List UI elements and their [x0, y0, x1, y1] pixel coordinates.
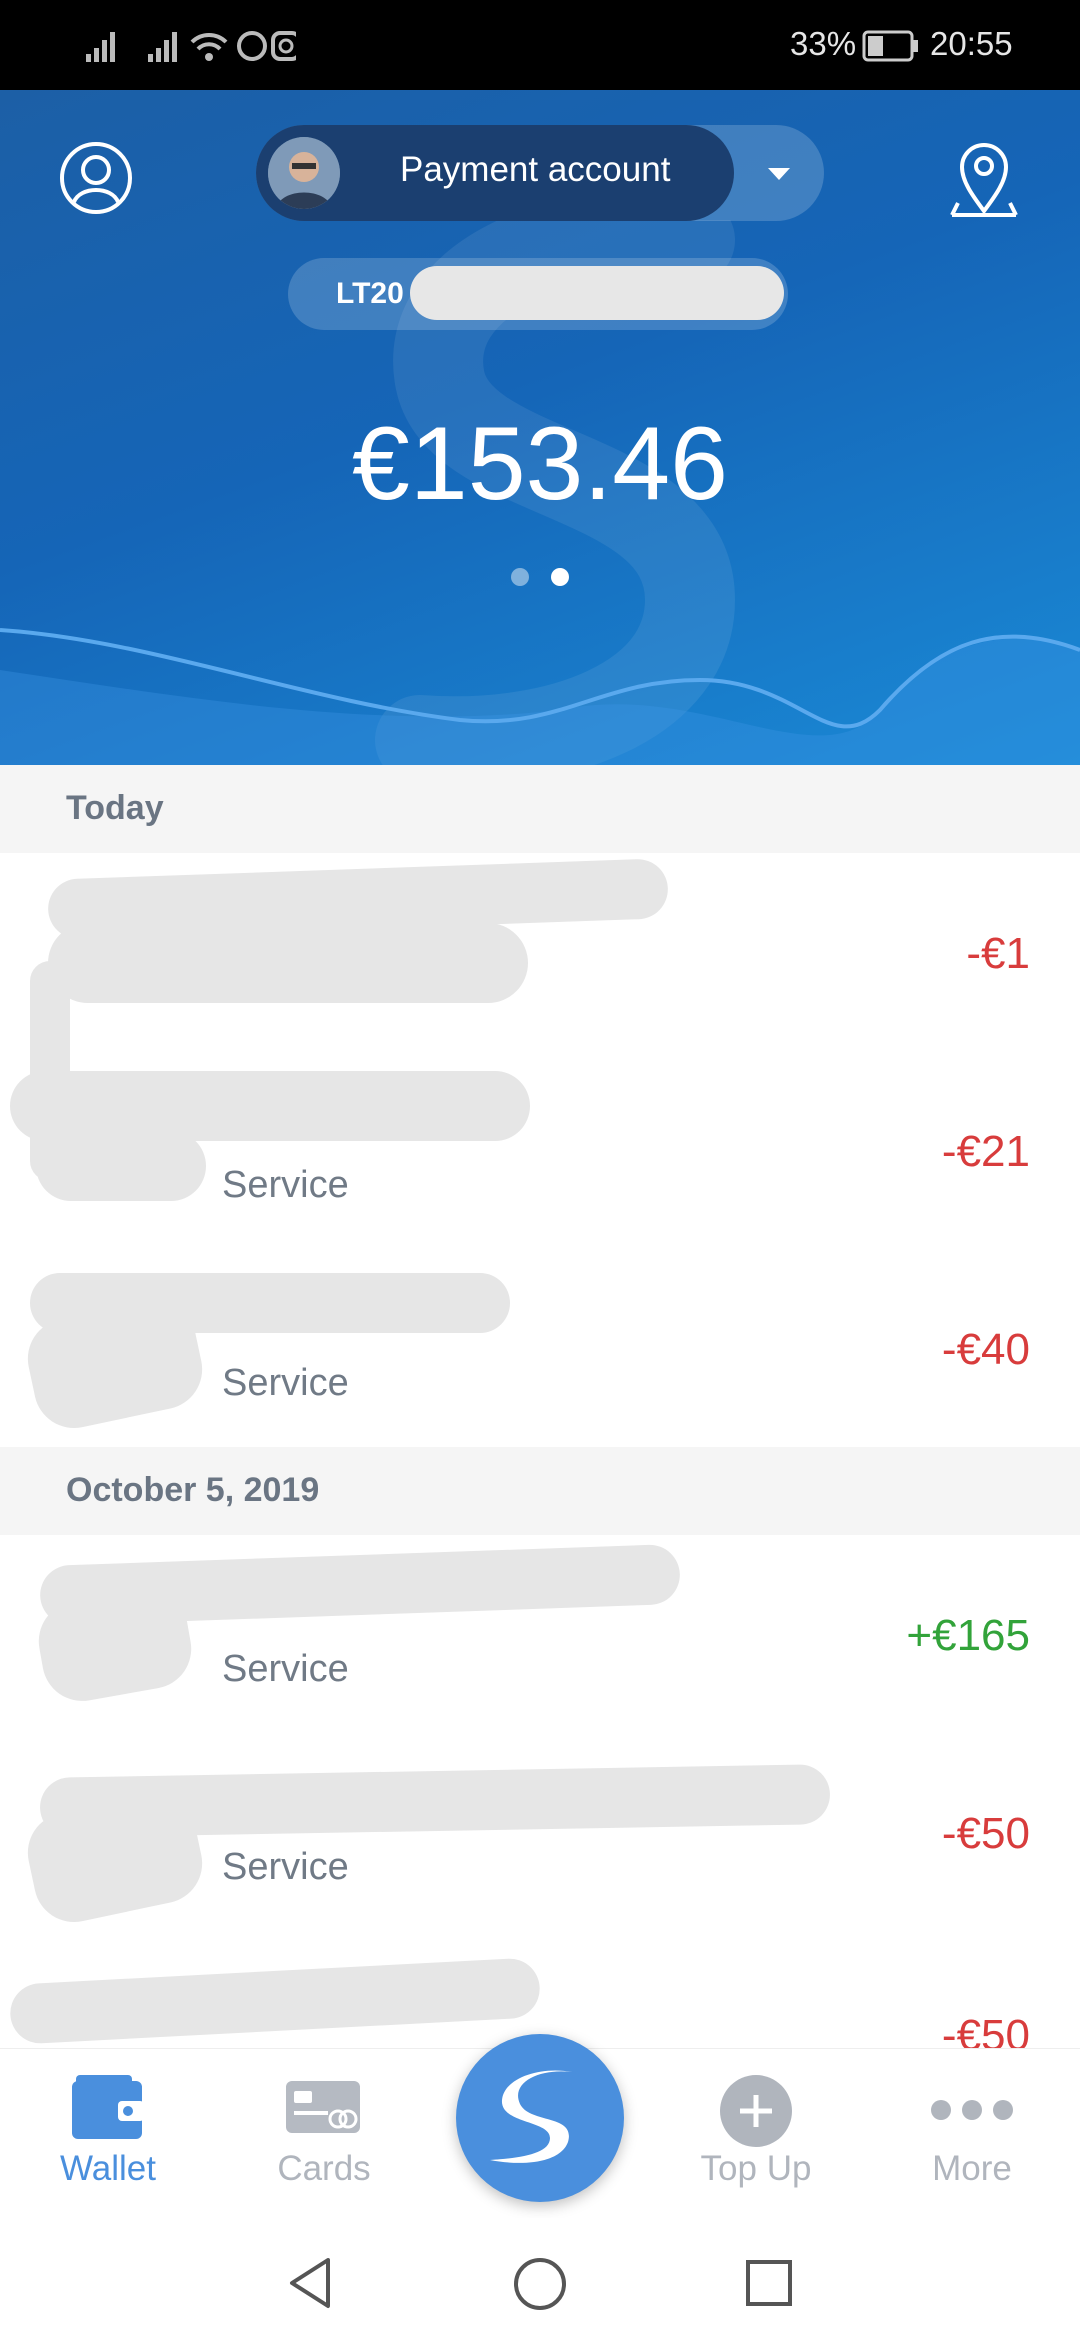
- transaction-row[interactable]: Service -€50: [0, 1733, 1080, 1931]
- page-indicator-dot-active[interactable]: [551, 568, 569, 586]
- location-pin-icon[interactable]: [944, 135, 1024, 225]
- avatar: [268, 137, 340, 209]
- recents-icon[interactable]: [744, 2258, 794, 2308]
- transaction-amount: -€1: [966, 929, 1030, 978]
- nav-more[interactable]: More: [864, 2049, 1080, 2219]
- transaction-amount: -€50: [941, 2011, 1030, 2048]
- transaction-description: Service: [222, 1846, 349, 1888]
- plus-circle-icon: [720, 2075, 792, 2147]
- system-nav-bar: [0, 2218, 1080, 2340]
- section-label: October 5, 2019: [66, 1471, 320, 1509]
- iban-text: LT20: [336, 277, 404, 310]
- nav-cards[interactable]: Cards: [216, 2049, 432, 2219]
- status-bar: 33% 20:55: [0, 0, 1080, 90]
- logo-s-icon: [490, 2070, 572, 2163]
- transaction-row[interactable]: -€1: [0, 853, 1080, 1051]
- redaction: [8, 1957, 542, 2045]
- section-label: Today: [66, 789, 164, 827]
- battery-percent: 33%: [790, 25, 857, 62]
- profile-icon[interactable]: [58, 140, 134, 216]
- iban-redaction: [410, 266, 784, 320]
- transaction-amount: -€21: [941, 1127, 1030, 1176]
- home-icon[interactable]: [512, 2256, 568, 2312]
- nav-top-up[interactable]: Top Up: [648, 2049, 864, 2219]
- transaction-amount: -€40: [941, 1325, 1030, 1374]
- transaction-amount: -€50: [941, 1809, 1030, 1858]
- transaction-row[interactable]: Service -€21: [0, 961, 1080, 1249]
- redaction: [30, 961, 70, 1181]
- transaction-amount: +€165: [906, 1611, 1030, 1660]
- more-dots-icon: [931, 2100, 1013, 2120]
- account-label: Payment account: [400, 150, 671, 189]
- wallet-header: Payment account LT20 €153.46: [0, 90, 1080, 765]
- nav-label: Top Up: [700, 2149, 812, 2188]
- card-icon: [286, 2081, 360, 2133]
- signal-icons: [86, 31, 296, 62]
- balance-amount: €153.46: [352, 406, 728, 522]
- page-indicator-dot[interactable]: [511, 568, 529, 586]
- section-header: October 5, 2019: [0, 1447, 1080, 1535]
- redaction: [48, 923, 528, 1003]
- transaction-description: Service: [222, 1362, 349, 1404]
- back-icon[interactable]: [286, 2256, 334, 2310]
- section-header: Today: [0, 765, 1080, 853]
- transaction-description: Service: [222, 1164, 349, 1206]
- center-logo-button[interactable]: [456, 2034, 624, 2202]
- wave-decoration: [0, 628, 1080, 765]
- battery-icon: [862, 30, 918, 62]
- nav-wallet[interactable]: Wallet: [0, 2049, 216, 2219]
- transaction-row[interactable]: Service +€165: [0, 1535, 1080, 1733]
- nav-label: Wallet: [60, 2149, 156, 2188]
- transaction-row[interactable]: -€50: [0, 1931, 1080, 2048]
- clock: 20:55: [930, 25, 1013, 62]
- wallet-icon: [72, 2075, 144, 2139]
- transaction-row[interactable]: Service -€40: [0, 1249, 1080, 1447]
- nav-label: Cards: [277, 2149, 371, 2188]
- nav-label: More: [932, 2149, 1012, 2188]
- chevron-down-icon[interactable]: [766, 166, 792, 182]
- transaction-description: Service: [222, 1648, 349, 1690]
